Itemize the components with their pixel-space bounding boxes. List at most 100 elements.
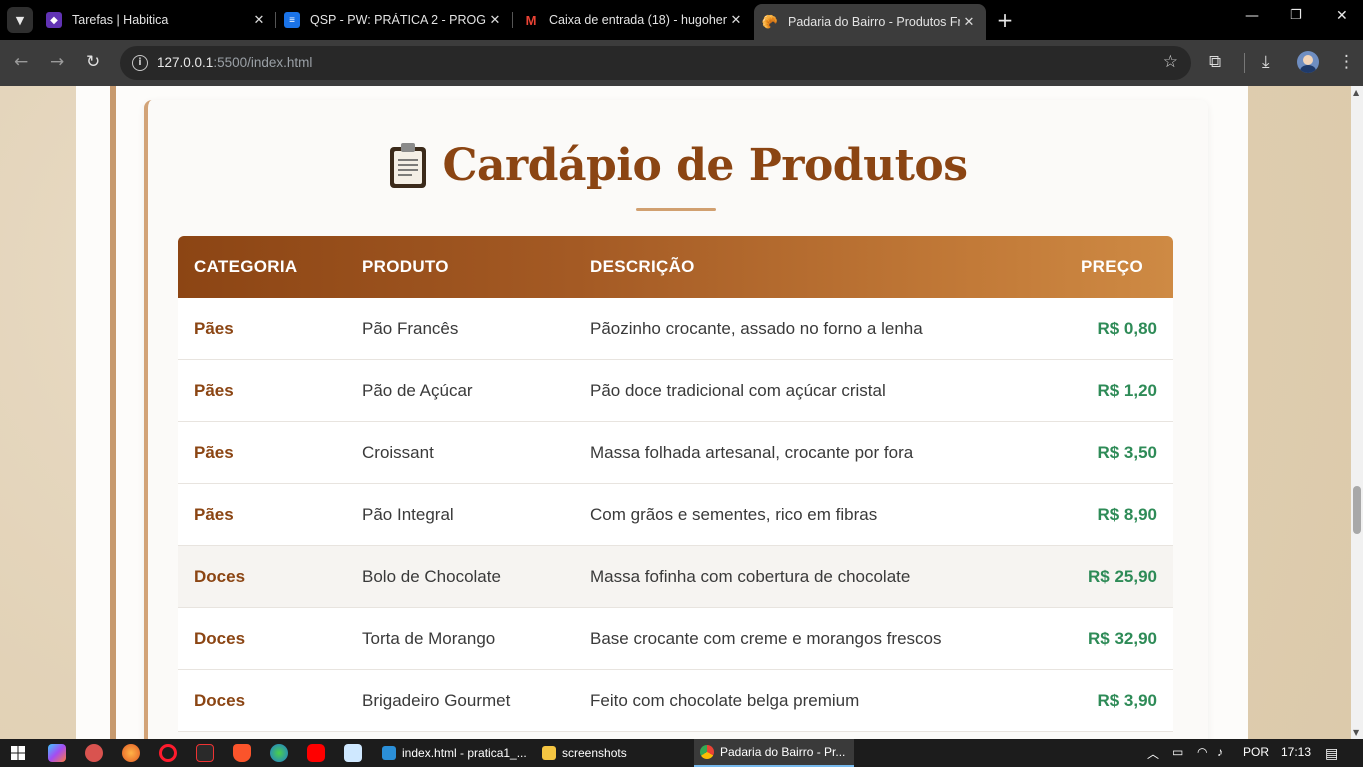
table-row: Pães Pão de Açúcar Pão doce tradicional … bbox=[178, 360, 1173, 422]
profile-avatar[interactable] bbox=[1297, 51, 1319, 73]
tab-padaria-active[interactable]: 🥐 Padaria do Bairro - Produtos Fre ✕ bbox=[754, 4, 986, 40]
brave-icon[interactable] bbox=[233, 744, 251, 762]
chrome-icon bbox=[700, 745, 714, 759]
url-text[interactable]: 127.0.0.1:5500/index.html bbox=[157, 55, 312, 70]
scroll-down-arrow-icon[interactable]: ▼ bbox=[1353, 728, 1359, 737]
tab-classroom[interactable]: ≡ QSP - PW: PRÁTICA 2 - PROGRA ✕ bbox=[284, 6, 504, 34]
back-arrow-icon[interactable]: ← bbox=[14, 52, 28, 72]
table-body: Pães Pão Francês Pãozinho crocante, assa… bbox=[178, 298, 1173, 732]
cell-category: Doces bbox=[178, 608, 346, 670]
menu-kebab-icon[interactable]: ⋮ bbox=[1338, 52, 1355, 72]
windows-start-icon[interactable] bbox=[11, 746, 25, 760]
tab-habitica[interactable]: ◆ Tarefas | Habitica ✕ bbox=[46, 6, 268, 34]
header-descricao: DESCRIÇÃO bbox=[590, 257, 695, 276]
address-bar[interactable]: i 127.0.0.1:5500/index.html ☆ bbox=[120, 46, 1191, 80]
cell-price: R$ 3,50 bbox=[1023, 422, 1173, 484]
cell-description: Feito com chocolate belga premium bbox=[574, 670, 1023, 732]
cell-category: Doces bbox=[178, 670, 346, 732]
restore-icon[interactable]: ❐ bbox=[1290, 8, 1302, 23]
new-tab-button[interactable]: + bbox=[994, 9, 1016, 31]
title-row: Cardápio de Produtos bbox=[148, 140, 1208, 191]
taskbar-vscode[interactable]: index.html - pratica1_... bbox=[376, 739, 532, 767]
table-row: Pães Pão Integral Com grãos e sementes, … bbox=[178, 484, 1173, 546]
cell-product: Pão Francês bbox=[346, 298, 574, 360]
cell-price: R$ 3,90 bbox=[1023, 670, 1173, 732]
opera-icon[interactable] bbox=[159, 744, 177, 762]
cell-category: Pães bbox=[178, 422, 346, 484]
cell-description: Pãozinho crocante, assado no forno a len… bbox=[574, 298, 1023, 360]
close-tab-icon[interactable]: ✕ bbox=[250, 12, 268, 28]
browser-toolbar: ← → ↻ i 127.0.0.1:5500/index.html ☆ ⧉ ⤓ … bbox=[0, 40, 1363, 86]
table-row: Pães Croissant Massa folhada artesanal, … bbox=[178, 422, 1173, 484]
notepad-icon[interactable] bbox=[344, 744, 362, 762]
reload-icon[interactable]: ↻ bbox=[86, 52, 100, 72]
minimize-icon[interactable]: — bbox=[1245, 8, 1259, 24]
cell-category: Pães bbox=[178, 484, 346, 546]
app-icon-red[interactable] bbox=[85, 744, 103, 762]
taskbar-chrome[interactable]: Padaria do Bairro - Pr... bbox=[694, 739, 854, 767]
wifi-icon[interactable]: ◠ bbox=[1197, 745, 1207, 759]
tray-chevron-icon[interactable]: ︿ bbox=[1147, 745, 1159, 762]
cell-description: Pão doce tradicional com açúcar cristal bbox=[574, 360, 1023, 422]
bookmark-star-icon[interactable]: ☆ bbox=[1163, 52, 1178, 72]
volume-icon[interactable]: ♪ bbox=[1217, 745, 1223, 759]
cell-category: Pães bbox=[178, 360, 346, 422]
cell-product: Pão de Açúcar bbox=[346, 360, 574, 422]
download-icon[interactable]: ⤓ bbox=[1262, 52, 1270, 72]
cell-category: Doces bbox=[178, 546, 346, 608]
tab-gmail[interactable]: M Caixa de entrada (18) - hugohen ✕ bbox=[523, 6, 745, 34]
products-table: CATEGORIA PRODUTO DESCRIÇÃO PREÇO Pães P… bbox=[178, 236, 1173, 732]
cell-product: Pão Integral bbox=[346, 484, 574, 546]
cell-price: R$ 32,90 bbox=[1023, 608, 1173, 670]
page-accent-border bbox=[110, 86, 116, 739]
language-indicator[interactable]: POR bbox=[1243, 745, 1269, 759]
cell-price: R$ 1,20 bbox=[1023, 360, 1173, 422]
extensions-icon[interactable]: ⧉ bbox=[1209, 52, 1221, 72]
firefox-icon[interactable] bbox=[122, 744, 140, 762]
tab-separator bbox=[275, 12, 276, 28]
classroom-icon: ≡ bbox=[284, 12, 300, 28]
clipboard-icon bbox=[390, 142, 427, 188]
page-scrollbar[interactable]: ▲ ▼ bbox=[1351, 86, 1363, 739]
cell-price: R$ 0,80 bbox=[1023, 298, 1173, 360]
header-produto: PRODUTO bbox=[362, 257, 449, 276]
header-categoria: CATEGORIA bbox=[194, 257, 298, 276]
battery-icon[interactable]: ▭ bbox=[1172, 745, 1183, 759]
clock-time[interactable]: 17:13 bbox=[1281, 745, 1311, 759]
menu-card: Cardápio de Produtos CATEGORIA PRODUTO D… bbox=[144, 100, 1208, 739]
copilot-icon[interactable] bbox=[48, 744, 66, 762]
cell-price: R$ 25,90 bbox=[1023, 546, 1173, 608]
cell-description: Massa folhada artesanal, crocante por fo… bbox=[574, 422, 1023, 484]
scrollbar-thumb[interactable] bbox=[1353, 486, 1361, 534]
table-header-row: CATEGORIA PRODUTO DESCRIÇÃO PREÇO bbox=[178, 236, 1173, 298]
close-tab-icon[interactable]: ✕ bbox=[960, 14, 978, 30]
header-preco: PREÇO bbox=[1081, 257, 1143, 276]
taskbar-explorer[interactable]: screenshots bbox=[536, 739, 690, 767]
close-tab-icon[interactable]: ✕ bbox=[486, 12, 504, 28]
cell-product: Croissant bbox=[346, 422, 574, 484]
app-icon-bars[interactable] bbox=[196, 744, 214, 762]
vscode-icon bbox=[382, 746, 396, 760]
tab-search-button[interactable]: ▼ bbox=[7, 7, 33, 33]
chevron-down-icon: ▼ bbox=[15, 13, 25, 27]
scroll-up-arrow-icon[interactable]: ▲ bbox=[1353, 88, 1359, 97]
table-row: Doces Brigadeiro Gourmet Feito com choco… bbox=[178, 670, 1173, 732]
forward-arrow-icon[interactable]: → bbox=[50, 52, 64, 72]
table-row-hovered: Doces Bolo de Chocolate Massa fofinha co… bbox=[178, 546, 1173, 608]
title-underline bbox=[636, 208, 716, 211]
cell-description: Base crocante com creme e morangos fresc… bbox=[574, 608, 1023, 670]
table-row: Doces Torta de Morango Base crocante com… bbox=[178, 608, 1173, 670]
notifications-icon[interactable]: ▤ bbox=[1325, 745, 1338, 762]
edge-icon[interactable] bbox=[270, 744, 288, 762]
cell-product: Bolo de Chocolate bbox=[346, 546, 574, 608]
close-tab-icon[interactable]: ✕ bbox=[727, 12, 745, 28]
folder-icon bbox=[542, 746, 556, 760]
site-info-icon[interactable]: i bbox=[132, 55, 148, 71]
youtube-icon[interactable] bbox=[307, 744, 325, 762]
window-close-icon[interactable]: ✕ bbox=[1336, 8, 1348, 24]
cell-product: Brigadeiro Gourmet bbox=[346, 670, 574, 732]
gmail-icon: M bbox=[525, 12, 537, 28]
bakery-icon: 🥐 bbox=[761, 14, 779, 29]
toolbar-separator bbox=[1244, 53, 1245, 73]
table-row: Pães Pão Francês Pãozinho crocante, assa… bbox=[178, 298, 1173, 360]
